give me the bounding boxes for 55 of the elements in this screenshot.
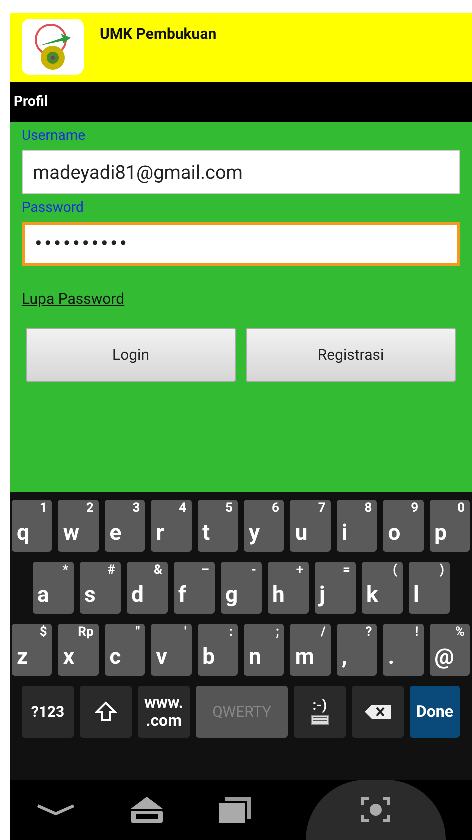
section-title: Profil xyxy=(14,94,48,110)
shift-key[interactable] xyxy=(80,686,132,738)
keyboard-key[interactable]: s # xyxy=(80,562,120,614)
app-logo-icon xyxy=(22,19,84,75)
home-button[interactable] xyxy=(128,795,165,825)
backspace-key[interactable] xyxy=(352,686,404,738)
keyboard-icon xyxy=(311,714,329,725)
keyboard-key[interactable]: h + xyxy=(268,562,308,614)
keyboard-key[interactable]: k ( xyxy=(362,562,402,614)
keyboard-key[interactable]: e 3 xyxy=(104,500,146,552)
keyboard-key[interactable]: c " xyxy=(104,624,146,676)
domain-key[interactable]: www. .com xyxy=(138,686,190,738)
emoticon-key[interactable]: :-) xyxy=(294,686,346,738)
numbers-key[interactable]: ?123 xyxy=(22,686,74,738)
shift-icon xyxy=(95,701,117,723)
input-field[interactable]: •••••••••• xyxy=(22,222,460,266)
keyboard-key[interactable]: i 8 xyxy=(336,500,378,552)
app-title: UMK Pembukuan xyxy=(100,25,217,43)
keyboard-key[interactable]: r 4 xyxy=(151,500,192,552)
keyboard-key[interactable]: , ? xyxy=(336,624,378,676)
keyboard-key[interactable]: n ; xyxy=(244,624,284,676)
keyboard-key[interactable]: d & xyxy=(126,562,168,614)
keyboard-key[interactable]: m / xyxy=(290,624,331,676)
keyboard-key[interactable]: @ % xyxy=(430,624,470,676)
keyboard-key[interactable]: . ! xyxy=(383,624,424,676)
keyboard-key[interactable]: o 9 xyxy=(383,500,424,552)
keyboard-key[interactable]: w 2 xyxy=(58,500,99,552)
input-field[interactable]: madeyadi81@gmail.com xyxy=(22,150,460,194)
field-label: Password xyxy=(22,200,84,216)
keyboard-key[interactable]: x Rp xyxy=(58,624,99,676)
stacked-windows-icon xyxy=(217,795,254,825)
login-button[interactable]: Login xyxy=(26,328,236,382)
target-icon xyxy=(360,797,391,823)
recent-apps-button[interactable] xyxy=(217,795,254,825)
home-icon xyxy=(128,795,165,825)
done-key[interactable]: Done xyxy=(410,686,460,738)
keyboard-key[interactable]: b : xyxy=(198,624,238,676)
register-button[interactable]: Registrasi xyxy=(246,328,456,382)
keyboard-key[interactable]: l ) xyxy=(408,562,450,614)
keyboard-key[interactable]: g - xyxy=(220,562,262,614)
keyboard-key[interactable]: u 7 xyxy=(290,500,331,552)
keyboard-key[interactable]: v ' xyxy=(151,624,192,676)
keyboard-key[interactable]: q 1 xyxy=(12,500,52,552)
backspace-icon xyxy=(364,704,392,720)
keyboard-key[interactable]: t 5 xyxy=(198,500,238,552)
back-button[interactable] xyxy=(36,803,76,817)
keyboard-key[interactable]: z $ xyxy=(12,624,52,676)
keyboard-key[interactable]: a * xyxy=(32,562,74,614)
keyboard-key[interactable]: y 6 xyxy=(244,500,284,552)
keyboard-key[interactable]: p 0 xyxy=(430,500,470,552)
chevron-down-icon xyxy=(36,803,76,817)
forgot-password-link[interactable]: Lupa Password xyxy=(22,290,125,308)
field-label: Username xyxy=(22,128,86,144)
keyboard-key[interactable]: j = xyxy=(314,562,356,614)
keyboard-key[interactable]: f – xyxy=(174,562,214,614)
